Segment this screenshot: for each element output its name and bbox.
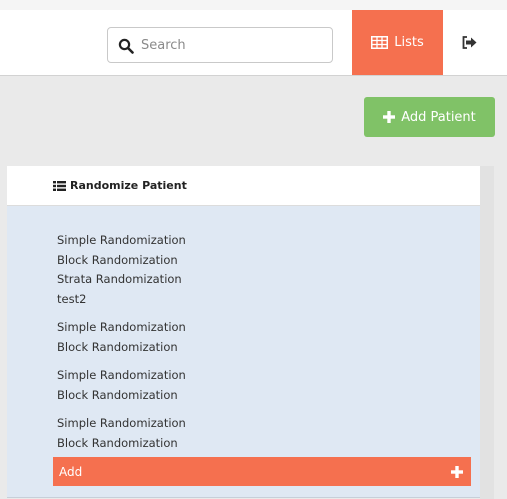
plus-icon <box>383 111 396 123</box>
panel-body: Simple Randomization Block Randomization… <box>7 206 480 498</box>
logout-button[interactable] <box>449 10 489 75</box>
randomization-groups: Simple Randomization Block Randomization… <box>57 231 186 462</box>
randomization-item[interactable]: Simple Randomization <box>57 366 186 386</box>
randomization-item[interactable]: Block Randomization <box>57 251 186 271</box>
randomization-group: Simple Randomization Block Randomization <box>57 414 186 453</box>
add-patient-button[interactable]: Add Patient <box>364 97 495 137</box>
sign-out-icon <box>462 36 476 49</box>
add-patient-label: Add Patient <box>401 109 476 125</box>
randomization-item[interactable]: Block Randomization <box>57 386 186 406</box>
randomization-item[interactable]: Block Randomization <box>57 434 186 454</box>
action-bar: Add Patient <box>0 76 507 166</box>
search-input[interactable] <box>141 28 326 62</box>
randomization-group: Simple Randomization Block Randomization <box>57 366 186 405</box>
table-icon <box>371 36 389 49</box>
search-icon <box>118 38 134 54</box>
list-icon <box>53 180 66 191</box>
lists-tab[interactable]: Lists <box>352 10 443 75</box>
panel-title: Randomize Patient <box>53 179 187 192</box>
top-strip <box>0 0 507 10</box>
add-button[interactable]: Add <box>53 457 471 486</box>
randomization-group: Simple Randomization Block Randomization… <box>57 231 186 309</box>
randomization-group: Simple Randomization Block Randomization <box>57 318 186 357</box>
search-box[interactable] <box>107 27 333 63</box>
randomization-item[interactable]: Simple Randomization <box>57 318 186 338</box>
randomization-item[interactable]: test2 <box>57 290 186 310</box>
panel-title-text: Randomize Patient <box>70 179 187 192</box>
navbar: Lists <box>0 10 507 76</box>
randomization-item[interactable]: Simple Randomization <box>57 414 186 434</box>
randomization-item[interactable]: Strata Randomization <box>57 270 186 290</box>
add-button-label: Add <box>59 464 83 479</box>
panel-header: Randomize Patient <box>7 166 480 206</box>
lists-tab-label: Lists <box>394 35 424 50</box>
panel-area: Randomize Patient Simple Randomization B… <box>0 166 507 499</box>
randomization-item[interactable]: Block Randomization <box>57 338 186 358</box>
plus-icon <box>451 465 463 478</box>
randomization-item[interactable]: Simple Randomization <box>57 231 186 251</box>
panel-scrollbar[interactable] <box>480 166 494 499</box>
